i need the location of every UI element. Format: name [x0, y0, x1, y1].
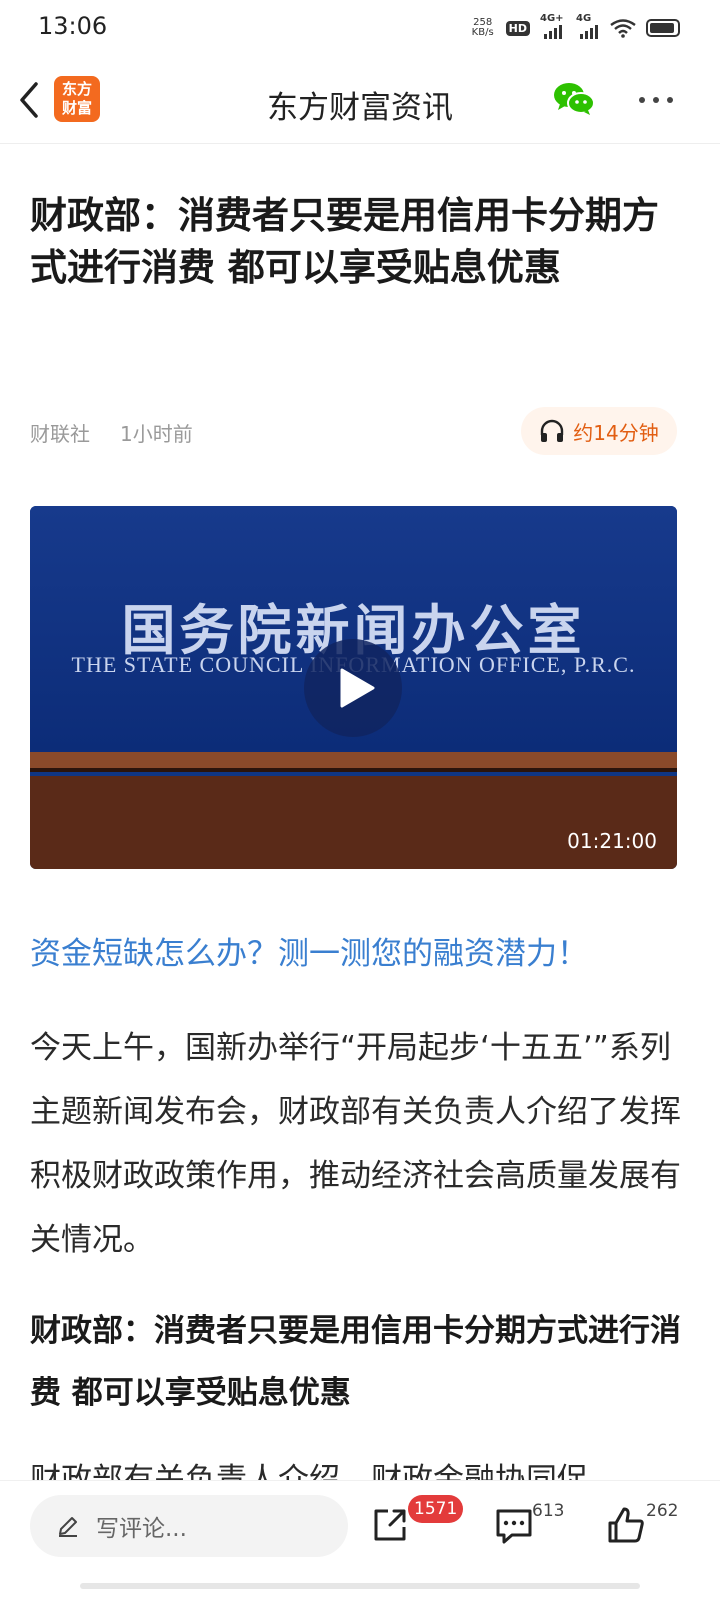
page-title: 东方财富资讯 [267, 90, 453, 126]
nav-bar: 东方 财富 东方财富资讯 [0, 56, 720, 144]
signal-icon: 4G+ [540, 13, 566, 39]
comment-placeholder: 写评论... [96, 1516, 187, 1542]
share-icon [374, 1509, 406, 1541]
play-button[interactable] [304, 639, 402, 737]
battery-icon [646, 19, 680, 37]
wifi-icon [610, 19, 636, 38]
video-desk-rail [30, 752, 677, 772]
article-time: 1小时前 [120, 422, 193, 446]
more-button[interactable] [634, 90, 678, 110]
signal-label: 4G+ [540, 13, 564, 24]
bottom-bar: 写评论... 1571 613 262 [0, 1480, 720, 1600]
article-source[interactable]: 财联社 [30, 418, 90, 447]
network-speed: 258 KB/s [470, 18, 496, 38]
share-count-badge: 1571 [408, 1495, 464, 1523]
like-count: 262 [646, 1501, 679, 1521]
video-duration: 01:21:00 [567, 829, 657, 853]
signal-label: 4G [576, 13, 592, 24]
share-button[interactable] [368, 1503, 412, 1547]
article-title: 财政部：消费者只要是用信用卡分期方式进行消费 都可以享受贴息优惠 [30, 194, 659, 289]
home-indicator[interactable] [80, 1583, 640, 1589]
video-desk [30, 776, 677, 869]
headphones-icon [541, 419, 564, 442]
network-speed-unit: KB/s [471, 27, 494, 38]
status-time: 13:06 [38, 12, 108, 40]
listen-duration: 约14分钟 [573, 420, 659, 445]
status-bar: 13:06 258 KB/s HD 4G+ 4G [0, 0, 720, 56]
article-paragraph: 今天上午，国新办举行“开局起步‘十五五’”系列主题新闻发布会，财政部有关负责人介… [30, 1030, 681, 1258]
hd-icon: HD [505, 20, 530, 36]
pencil-icon [59, 1517, 77, 1537]
wechat-icon [554, 83, 595, 115]
video-player[interactable]: 国务院新闻办公室 THE STATE COUNCIL INFORMATION O… [30, 506, 677, 869]
more-icon [639, 97, 673, 103]
like-button[interactable] [604, 1503, 648, 1547]
promo-link[interactable]: 资金短缺怎么办？测一测您的融资潜力！ [30, 928, 588, 973]
comment-input[interactable]: 写评论... [30, 1495, 348, 1557]
comment-icon [496, 1509, 532, 1544]
wechat-share-button[interactable] [550, 78, 598, 122]
status-icons: 258 KB/s HD 4G+ 4G [470, 13, 680, 42]
comment-count: 613 [532, 1501, 565, 1521]
signal-icon: 4G [576, 13, 600, 39]
article-subheading: 财政部：消费者只要是用信用卡分期方式进行消费 都可以享受贴息优惠 [30, 1313, 681, 1411]
thumbs-up-icon [608, 1507, 644, 1543]
listen-button[interactable]: 约14分钟 [521, 407, 677, 455]
comments-button[interactable] [492, 1503, 536, 1547]
play-icon [340, 668, 375, 708]
